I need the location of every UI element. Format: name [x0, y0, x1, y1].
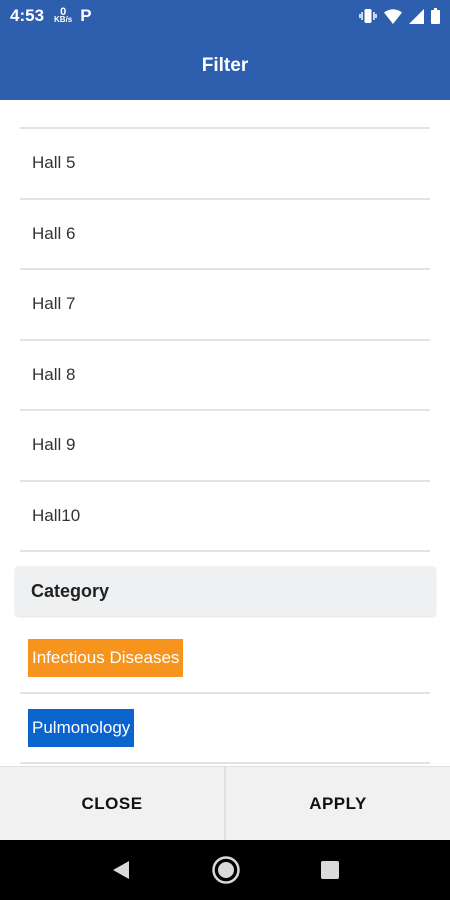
hall-item-label: Hall 7 [32, 294, 76, 314]
battery-icon [431, 8, 440, 24]
status-icons [359, 8, 440, 24]
hall-list-item[interactable]: Hall 9 [20, 411, 430, 482]
page-title: Filter [201, 55, 249, 76]
filter-content[interactable]: Hall 5 Hall 6 Hall 7 Hall 8 Hall 9 Hall1… [0, 100, 450, 766]
network-speed-indicator: 0 KB/s [54, 7, 73, 24]
category-chip-pulmonology[interactable]: Pulmonology [28, 709, 135, 747]
status-time: 4:53 [10, 6, 45, 25]
recents-icon[interactable] [320, 860, 340, 880]
category-chip-infectious-diseases[interactable]: Infectious Diseases [28, 639, 184, 677]
signal-icon [409, 8, 424, 24]
app-bar: Filter [0, 32, 450, 100]
status-bar: 4:53 0 KB/s P [0, 0, 450, 32]
hall-item-label: Hall 8 [32, 364, 76, 384]
hall-item-label: Hall10 [32, 505, 81, 525]
apply-button[interactable]: APPLY [226, 767, 450, 840]
hall-item-label: Hall 5 [32, 153, 76, 173]
home-icon[interactable] [211, 855, 241, 885]
category-header-label: Category [31, 580, 110, 601]
hall-item-label: Hall 6 [32, 223, 76, 243]
network-speed-unit: KB/s [54, 15, 73, 24]
category-list-item[interactable]: Pulmonology [20, 694, 430, 764]
close-button[interactable]: CLOSE [0, 767, 224, 840]
filter-footer: CLOSE APPLY [0, 766, 450, 840]
hall-list-item[interactable]: Hall10 [20, 482, 430, 552]
notification-app-icon: P [80, 6, 92, 25]
hall-list-item[interactable]: Hall 5 [20, 129, 430, 200]
category-section-header: Category [15, 566, 436, 616]
hall-list: Hall 5 Hall 6 Hall 7 Hall 8 Hall 9 Hall1… [20, 129, 430, 552]
hall-list-item[interactable]: Hall 6 [20, 200, 430, 270]
system-nav-bar [0, 840, 450, 900]
wifi-icon [384, 8, 402, 24]
category-list-item[interactable]: Infectious Diseases [20, 624, 430, 694]
hall-item-label: Hall 9 [32, 435, 76, 455]
hall-list-item[interactable]: Hall 7 [20, 270, 430, 341]
hall-list-item[interactable]: Hall 8 [20, 341, 430, 411]
vibrate-icon [359, 8, 377, 24]
back-icon[interactable] [110, 859, 132, 881]
